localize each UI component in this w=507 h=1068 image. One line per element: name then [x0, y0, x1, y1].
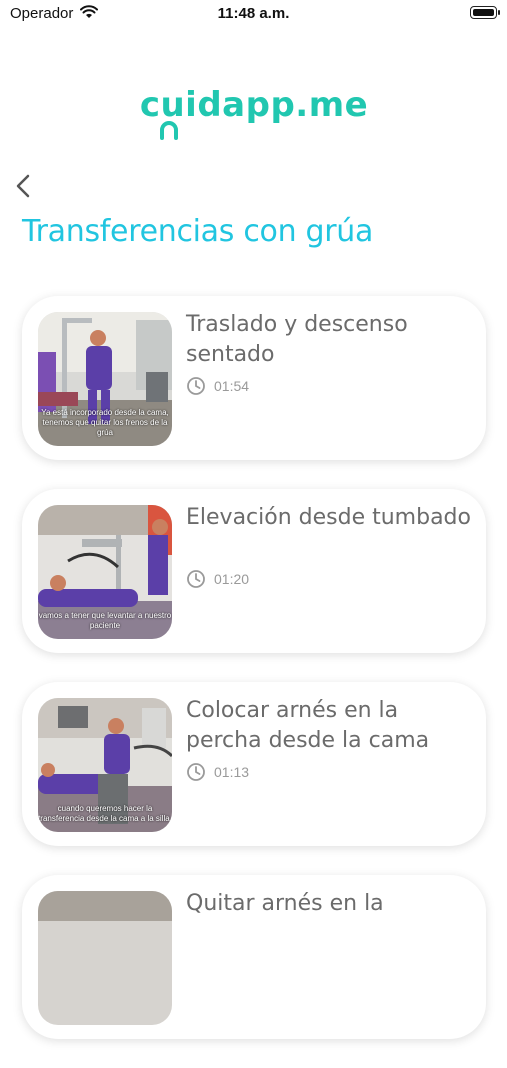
- cuidapp-logo-icon: cuidapp.me: [139, 85, 367, 140]
- duration-label: 01:20: [214, 571, 250, 587]
- video-title: Quitar arnés en la: [186, 891, 384, 916]
- video-list: Ya está incorporado desde la cama, tenem…: [22, 296, 486, 1068]
- video-caption: vamos a tener que levantar a nuestro pac…: [38, 611, 172, 630]
- chevron-left-icon: [16, 174, 30, 198]
- video-card[interactable]: vamos a tener que levantar a nuestro pac…: [22, 489, 486, 653]
- video-card[interactable]: cuando queremos hacer la transferencia d…: [22, 682, 486, 846]
- video-title: Elevación desde tumbado: [186, 505, 471, 530]
- back-button[interactable]: [12, 172, 36, 200]
- video-thumbnail: vamos a tener que levantar a nuestro pac…: [38, 505, 172, 639]
- clock-icon: [187, 570, 205, 588]
- video-thumbnail: cuando queremos hacer la transferencia d…: [38, 698, 172, 832]
- status-bar: Operador 11:48 a.m.: [0, 0, 507, 30]
- video-title: Traslado y descenso sentado: [186, 312, 408, 367]
- video-card[interactable]: Ya está incorporado desde la cama, tenem…: [22, 296, 486, 460]
- status-time: 11:48 a.m.: [217, 5, 290, 22]
- battery-icon: [470, 6, 500, 19]
- video-duration: 01:20: [186, 569, 249, 589]
- video-duration: 01:13: [186, 762, 249, 782]
- page-title: Transferencias con grúa: [22, 214, 374, 249]
- video-thumbnail: [38, 891, 172, 1025]
- video-duration: 01:54: [186, 376, 249, 396]
- video-title: Colocar arnés en la percha desde la cama: [186, 698, 430, 753]
- duration-label: 01:13: [214, 764, 250, 780]
- clock-icon: [187, 763, 205, 781]
- svg-text:cuidapp.me: cuidapp.me: [139, 85, 367, 125]
- video-caption: Ya está incorporado desde la cama, tenem…: [41, 408, 169, 437]
- app-logo: cuidapp.me: [0, 82, 507, 146]
- video-caption: cuando queremos hacer la transferencia d…: [38, 804, 172, 823]
- duration-label: 01:54: [214, 378, 250, 394]
- video-thumbnail: Ya está incorporado desde la cama, tenem…: [38, 312, 172, 446]
- clock-icon: [187, 377, 205, 395]
